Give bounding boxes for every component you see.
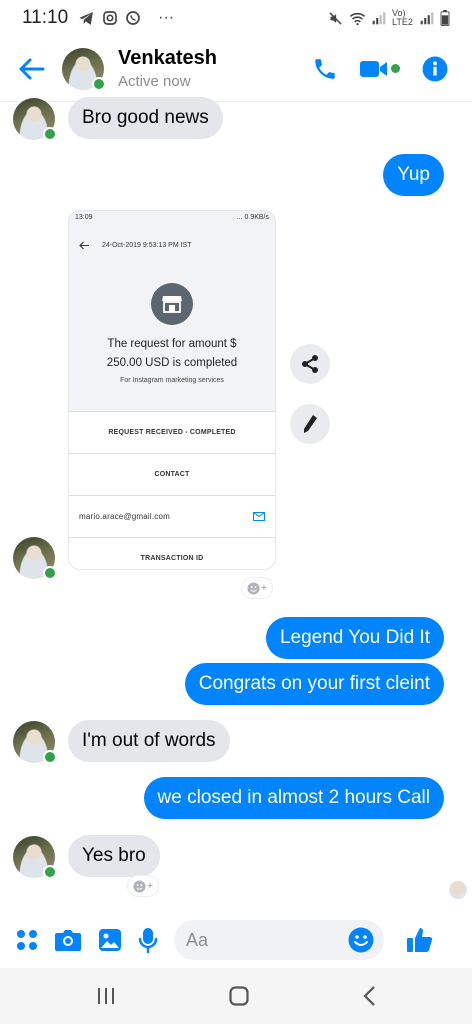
message-input[interactable] bbox=[186, 929, 336, 951]
instagram-icon bbox=[103, 11, 117, 25]
incoming-message[interactable]: I'm out of words bbox=[68, 720, 230, 762]
image-amount-line-1: The request for amount $ bbox=[107, 338, 237, 350]
sender-avatar[interactable] bbox=[13, 721, 57, 764]
image-email: mario.arace@gmail.com bbox=[79, 512, 171, 521]
signal-icon bbox=[420, 12, 434, 25]
online-indicator bbox=[43, 566, 57, 580]
shared-screenshot-image[interactable]: 13:09 ... 0.9KB/s 24-Oct-2019 9:53:13 PM… bbox=[68, 210, 276, 570]
carrier-label: Vo) LTE2 bbox=[392, 8, 413, 27]
add-reaction-button[interactable]: + bbox=[128, 876, 158, 896]
image-status-info: ... 0.9KB/s bbox=[236, 214, 269, 221]
plus-icon: + bbox=[260, 582, 268, 594]
share-icon bbox=[302, 355, 318, 373]
phone-call-icon[interactable] bbox=[312, 56, 338, 82]
outgoing-message[interactable]: Congrats on your first cleint bbox=[184, 663, 444, 705]
more-notifications: ··· bbox=[158, 9, 175, 26]
image-status-row: REQUEST RECEIVED - COMPLETED bbox=[69, 411, 275, 453]
plus-icon: + bbox=[146, 880, 154, 892]
share-button[interactable] bbox=[290, 344, 330, 384]
image-datetime: 24-Oct-2019 9:53:13 PM IST bbox=[102, 241, 192, 249]
mail-icon bbox=[253, 512, 265, 521]
battery-icon bbox=[440, 10, 450, 26]
store-icon bbox=[151, 283, 193, 325]
online-indicator bbox=[43, 750, 57, 764]
emoji-icon[interactable] bbox=[348, 927, 374, 953]
online-indicator bbox=[92, 76, 106, 91]
status-time: 11:10 bbox=[22, 7, 69, 28]
contact-avatar[interactable] bbox=[62, 47, 106, 91]
system-navigation-bar bbox=[0, 968, 472, 1024]
sender-avatar[interactable] bbox=[13, 537, 57, 580]
gallery-icon[interactable] bbox=[98, 928, 122, 952]
back-arrow-icon bbox=[19, 58, 45, 79]
message-composer bbox=[0, 912, 472, 968]
video-call-icon bbox=[360, 60, 387, 77]
home-icon[interactable] bbox=[229, 986, 249, 1006]
video-online-dot bbox=[391, 64, 400, 73]
image-contact-row: CONTACT bbox=[69, 453, 275, 495]
online-indicator bbox=[43, 865, 57, 879]
whatsapp-icon bbox=[126, 11, 140, 25]
image-transaction-row: TRANSACTION ID bbox=[69, 537, 275, 569]
wifi-icon bbox=[349, 12, 366, 25]
image-status-time: 13:09 bbox=[75, 214, 93, 221]
info-icon[interactable] bbox=[422, 56, 448, 82]
contact-name: Venkatesh bbox=[118, 47, 217, 69]
edit-button[interactable] bbox=[290, 404, 330, 444]
outgoing-message[interactable]: Legend You Did It bbox=[265, 617, 444, 659]
seen-receipt-avatar bbox=[449, 881, 467, 899]
video-call-button[interactable] bbox=[360, 58, 400, 80]
image-service-note: For Instagram marketing services bbox=[120, 377, 224, 384]
image-header: 24-Oct-2019 9:53:13 PM IST bbox=[69, 225, 275, 265]
image-back-arrow-icon bbox=[79, 241, 89, 249]
image-details: REQUEST RECEIVED - COMPLETED CONTACT mar… bbox=[69, 411, 275, 569]
outgoing-message[interactable]: we closed in almost 2 hours Call bbox=[143, 777, 444, 819]
header-actions bbox=[312, 56, 472, 82]
more-actions-icon[interactable] bbox=[16, 929, 38, 951]
camera-icon[interactable] bbox=[54, 928, 82, 952]
telegram-icon bbox=[79, 11, 94, 25]
contact-info[interactable]: Venkatesh Active now bbox=[118, 47, 217, 90]
mute-icon bbox=[329, 11, 342, 25]
outgoing-message[interactable]: Yup bbox=[383, 154, 444, 196]
sender-avatar[interactable] bbox=[13, 836, 57, 879]
conversation-header: Venkatesh Active now bbox=[0, 36, 472, 102]
microphone-icon[interactable] bbox=[138, 927, 158, 953]
online-indicator bbox=[43, 127, 57, 141]
add-reaction-button[interactable]: + bbox=[242, 578, 272, 598]
back-button[interactable] bbox=[0, 57, 62, 81]
back-nav-icon[interactable] bbox=[362, 986, 376, 1006]
notification-icons: ··· bbox=[78, 9, 174, 27]
signal-icon bbox=[372, 12, 386, 25]
active-status: Active now bbox=[118, 73, 191, 90]
thumbs-up-icon[interactable] bbox=[406, 926, 434, 954]
incoming-message[interactable]: Yes bro bbox=[68, 835, 160, 877]
smiley-icon bbox=[133, 879, 146, 893]
system-icons: Vo) LTE2 bbox=[328, 9, 450, 27]
incoming-message[interactable]: Bro good news bbox=[68, 97, 223, 139]
smiley-icon bbox=[247, 581, 260, 595]
status-bar: 11:10 ··· Vo) LTE2 bbox=[0, 0, 472, 36]
image-email-row: mario.arace@gmail.com bbox=[69, 495, 275, 537]
pencil-icon bbox=[304, 415, 317, 433]
sender-avatar[interactable] bbox=[13, 98, 57, 141]
image-amount-line-2: 250.00 USD is completed bbox=[106, 357, 238, 369]
message-input-box[interactable] bbox=[174, 920, 384, 960]
recent-apps-icon[interactable] bbox=[96, 987, 116, 1005]
image-status-bar: 13:09 ... 0.9KB/s bbox=[69, 211, 275, 225]
